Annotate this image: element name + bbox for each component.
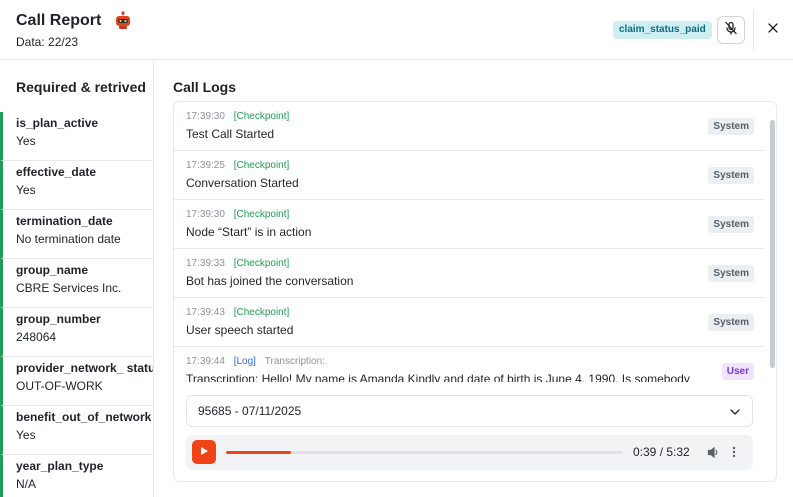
field-list: is_plan_active Yes effective_date Yes te… — [0, 112, 153, 497]
field-value: Yes — [16, 183, 36, 197]
role-badge: System — [708, 118, 754, 135]
field-item: effective_date Yes — [0, 161, 153, 210]
report-date: Data: 22/23 — [16, 35, 79, 49]
play-button[interactable] — [192, 440, 216, 464]
log-tag: [Checkpoint] — [233, 258, 290, 269]
log-meta: 17:39:44 [Log] Transcription: — [186, 356, 325, 367]
status-badge: claim_status_paid — [613, 21, 712, 39]
log-time: 17:39:44 — [186, 356, 225, 367]
field-item: is_plan_active Yes — [0, 112, 153, 161]
mic-off-icon — [724, 21, 738, 40]
field-value: N/A — [16, 477, 37, 491]
field-name: is_plan_active — [16, 116, 99, 130]
log-entry: 17:39:33 [Checkpoint] Bot has joined the… — [174, 249, 764, 298]
log-tag: [Checkpoint] — [233, 307, 290, 318]
field-name: group_number — [16, 312, 101, 326]
role-badge: User — [721, 363, 754, 380]
progress-slider[interactable] — [226, 451, 623, 454]
log-time: 17:39:43 — [186, 307, 225, 318]
volume-icon[interactable] — [707, 446, 720, 459]
log-tag: [Checkpoint] — [233, 111, 290, 122]
log-time: 17:39:30 — [186, 209, 225, 220]
title-row: Call Report — [16, 11, 133, 31]
logs-scrollbar[interactable] — [768, 102, 776, 382]
field-value: CBRE Services Inc. — [16, 281, 122, 295]
log-text: User speech started — [186, 323, 294, 337]
robot-icon — [113, 11, 133, 31]
log-meta: 17:39:33 [Checkpoint] — [186, 258, 289, 269]
log-text: Node “Start” is in action — [186, 225, 312, 239]
progress-fill — [226, 451, 291, 454]
log-entry: 17:39:25 [Checkpoint] Conversation Start… — [174, 151, 764, 200]
audio-player: 0:39 / 5:32 — [186, 435, 753, 470]
field-value: 248064 — [16, 330, 57, 344]
header: Call Report Data: 22/23 claim_status_pai… — [0, 0, 793, 60]
field-item: benefit_out_of_network Yes — [0, 406, 153, 455]
recording-select[interactable]: 95685 - 07/11/2025 — [186, 395, 753, 427]
role-badge: System — [708, 216, 754, 233]
scrollbar-thumb[interactable] — [770, 120, 775, 368]
page-title: Call Report — [16, 12, 102, 29]
header-divider — [753, 10, 754, 50]
log-time: 17:39:25 — [186, 160, 225, 171]
field-value: OUT-OF-WORK — [16, 379, 103, 393]
field-item: group_number 248064 — [0, 308, 153, 357]
log-meta: 17:39:25 [Checkpoint] — [186, 160, 289, 171]
log-tag: [Checkpoint] — [233, 209, 290, 220]
log-text: Transcription: Hello! My name is Amanda … — [186, 372, 690, 382]
field-name: provider_network_ status — [16, 361, 154, 375]
log-entry: 17:39:44 [Log] Transcription: Transcript… — [174, 347, 764, 382]
recording-select-value: 95685 - 07/11/2025 — [198, 404, 302, 418]
log-entry: 17:39:30 [Checkpoint] Node “Start” is in… — [174, 200, 764, 249]
field-item: year_plan_type N/A — [0, 455, 153, 497]
time-readout: 0:39 / 5:32 — [633, 445, 690, 459]
log-text: Conversation Started — [186, 176, 299, 190]
field-name: effective_date — [16, 165, 97, 179]
log-entry: 17:39:30 [Checkpoint] Test Call Started … — [174, 102, 764, 151]
field-value: Yes — [16, 134, 36, 148]
sidebar-title: Required & retrived — [16, 79, 146, 95]
chevron-down-icon — [728, 405, 742, 419]
role-badge: System — [708, 167, 754, 184]
log-meta: 17:39:43 [Checkpoint] — [186, 307, 289, 318]
field-name: group_name — [16, 263, 89, 277]
field-item: provider_network_ status OUT-OF-WORK — [0, 357, 153, 406]
field-name: year_plan_type — [16, 459, 104, 473]
field-name: benefit_out_of_network — [16, 410, 152, 424]
field-value: Yes — [16, 428, 36, 442]
log-time: 17:39:30 — [186, 111, 225, 122]
log-time: 17:39:33 — [186, 258, 225, 269]
log-extra: Transcription: — [264, 356, 325, 367]
field-item: group_name CBRE Services Inc. — [0, 259, 153, 308]
log-text: Bot has joined the conversation — [186, 274, 354, 288]
field-name: termination_date — [16, 214, 113, 228]
log-meta: 17:39:30 [Checkpoint] — [186, 209, 289, 220]
log-tag: [Checkpoint] — [233, 160, 290, 171]
mute-button[interactable] — [717, 16, 745, 44]
logs-list[interactable]: 17:39:30 [Checkpoint] Test Call Started … — [174, 102, 764, 382]
play-icon — [199, 443, 209, 461]
role-badge: System — [708, 314, 754, 331]
logs-title: Call Logs — [173, 79, 237, 95]
field-value: No termination date — [16, 232, 121, 246]
field-item: termination_date No termination date — [0, 210, 153, 259]
logs-panel: 17:39:30 [Checkpoint] Test Call Started … — [173, 101, 777, 482]
more-vertical-icon[interactable] — [731, 445, 737, 459]
log-tag: [Log] — [233, 356, 256, 367]
log-meta: 17:39:30 [Checkpoint] — [186, 111, 289, 122]
sidebar: Required & retrived is_plan_active Yes e… — [0, 60, 154, 497]
close-button[interactable] — [764, 20, 782, 38]
log-entry: 17:39:43 [Checkpoint] User speech starte… — [174, 298, 764, 347]
role-badge: System — [708, 265, 754, 282]
log-text: Test Call Started — [186, 127, 275, 141]
close-icon — [768, 20, 778, 38]
